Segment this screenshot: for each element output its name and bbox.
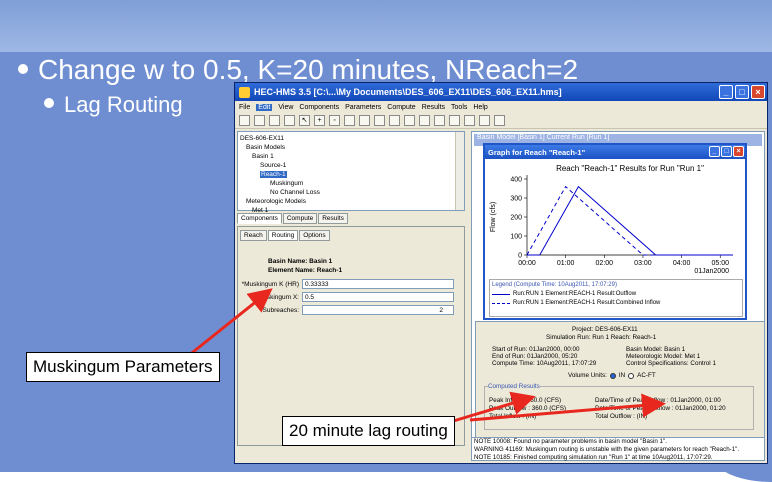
callout-lag: 20 minute lag routing [282,416,455,446]
arrow-to-params [187,288,273,358]
callout-muskingum: Muskingum Parameters [26,352,220,382]
callout-arrows [187,288,666,430]
